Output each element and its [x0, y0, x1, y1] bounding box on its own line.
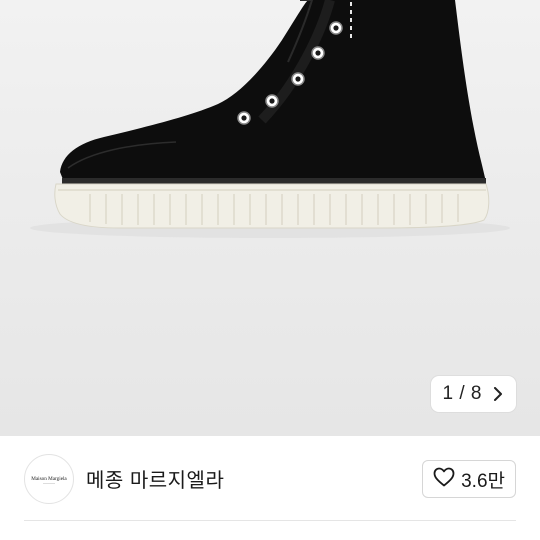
product-image-area[interactable]: 1 / 8 [0, 0, 540, 436]
image-pager[interactable]: 1 / 8 [430, 376, 516, 412]
like-count: 3.6만 [461, 470, 505, 492]
brand-name[interactable]: 메종 마르지엘라 [86, 464, 224, 493]
like-button[interactable]: 3.6만 [422, 460, 516, 498]
brand-logo[interactable]: Maison Margiela [24, 454, 74, 504]
brand-logo-text: Maison Margiela [31, 476, 67, 482]
brand-row[interactable]: Maison Margiela 메종 마르지엘라 3.6만 [0, 436, 540, 520]
image-pager-count: 1 / 8 [442, 383, 482, 404]
divider [24, 520, 516, 521]
chevron-right-icon[interactable] [490, 386, 506, 402]
product-shoe-image [30, 0, 510, 238]
heart-outline-icon [433, 467, 455, 492]
